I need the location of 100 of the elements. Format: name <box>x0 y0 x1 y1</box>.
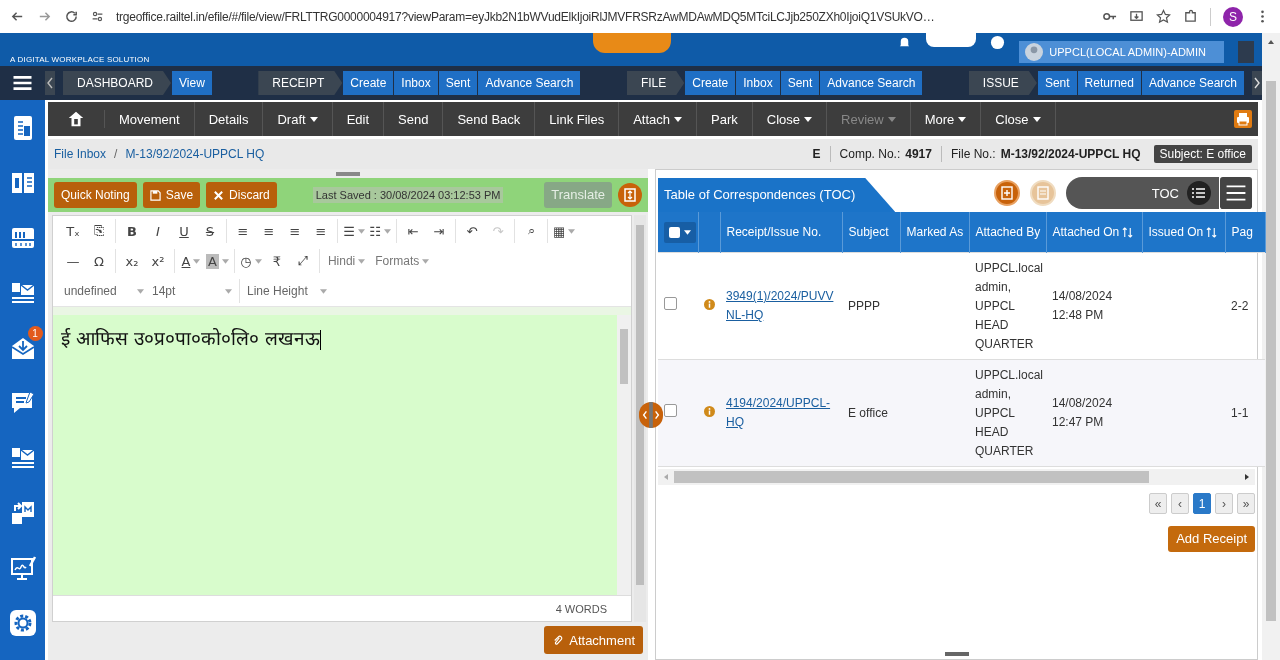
toolbar-button[interactable]: Edit <box>332 102 385 136</box>
editor-tool-button[interactable]: ⎘ <box>86 220 112 242</box>
resize-grip-icon[interactable] <box>333 172 363 176</box>
chevron-left-icon[interactable] <box>45 71 55 95</box>
signature-icon[interactable] <box>8 554 37 582</box>
scroll-right-icon[interactable] <box>1243 473 1251 481</box>
editor-tool-button[interactable]: ↶ <box>459 220 485 242</box>
editor-tool-button[interactable]: A <box>204 250 231 272</box>
chevron-right-icon[interactable] <box>1252 71 1262 95</box>
nav-link[interactable]: Create <box>343 71 394 95</box>
editor-tool-button[interactable]: ≡ <box>256 220 282 242</box>
nav-link[interactable]: Create <box>685 71 736 95</box>
row-checkbox[interactable] <box>664 403 677 417</box>
nav-link[interactable]: Advance Search <box>1141 71 1244 95</box>
scrollbar-thumb[interactable] <box>620 329 628 384</box>
menu-toggle[interactable] <box>593 33 672 53</box>
editor-tool-button[interactable]: Hindi <box>322 250 371 272</box>
column-header[interactable]: Attached By <box>969 212 1046 253</box>
editor-tool-button[interactable]: ☰ <box>341 220 367 242</box>
toolbar-button[interactable]: Close <box>981 102 1056 136</box>
editor-tool-button[interactable]: undefined <box>60 280 148 302</box>
editor-tool-button[interactable]: ▦ <box>551 220 578 242</box>
add-receipt-button[interactable]: Add Receipt <box>1168 526 1255 552</box>
scrollbar-thumb[interactable] <box>1266 81 1276 621</box>
note-action-button[interactable]: Save <box>142 182 201 208</box>
install-icon[interactable] <box>1129 9 1144 24</box>
editor-tool-button[interactable]: A <box>178 250 204 272</box>
nav-link[interactable]: Inbox <box>394 71 438 95</box>
settings-icon[interactable] <box>8 609 37 637</box>
toolbar-button[interactable]: Close <box>752 102 828 136</box>
row-checkbox[interactable] <box>664 296 677 310</box>
pagination-button[interactable]: ‹ <box>1171 493 1189 514</box>
column-header[interactable]: Attached On <box>1046 212 1142 253</box>
scrollbar-thumb[interactable] <box>674 471 1149 483</box>
editor-tool-button[interactable]: ≡ <box>282 220 308 242</box>
nav-link[interactable]: Sent <box>780 71 820 95</box>
reload-icon[interactable] <box>64 9 79 24</box>
toc-view-toggle[interactable]: TOC <box>1065 177 1219 209</box>
toolbar-button[interactable]: Park <box>697 102 753 136</box>
editor-tool-button[interactable]: B <box>119 220 145 242</box>
editor-tool-button[interactable]: x² <box>145 250 171 272</box>
editor-tool-button[interactable]: ◷ <box>237 250 264 272</box>
column-header[interactable]: Subject <box>842 212 900 253</box>
nav-link[interactable]: Advance Search <box>820 71 923 95</box>
editor-tool-button[interactable]: Tₓ <box>60 220 86 242</box>
toolbar-button[interactable]: Link Files <box>535 102 620 136</box>
editor-tool-button[interactable]: U <box>171 220 197 242</box>
column-header[interactable]: Receipt/Issue No. <box>720 212 842 253</box>
star-icon[interactable] <box>1156 9 1171 24</box>
address-bar[interactable]: trgeoffice.railtel.in/efile/#/file/view/FRLTTRG0000004917?viewParam=eyJkb2N1bWVudElkIjoiRlJMVFRSRzAwMDAwMDQ5MTciLCJjb250ZXh0IjoiQ1VSUkVO… <box>116 9 935 24</box>
editor-tool-button[interactable]: ⇤ <box>400 220 426 242</box>
print-icon[interactable] <box>1234 110 1252 128</box>
nav-section-label[interactable]: FILE <box>626 71 685 95</box>
nav-link[interactable]: Sent <box>1037 71 1077 95</box>
column-header[interactable]: Marked As <box>900 212 969 253</box>
profile-avatar[interactable]: S <box>1223 6 1243 27</box>
note-action-button[interactable]: Discard <box>206 182 277 208</box>
scroll-up-icon[interactable] <box>1267 38 1275 46</box>
editor-tool-button[interactable]: I <box>145 220 171 242</box>
toolbar-button[interactable]: Send <box>384 102 444 136</box>
nav-section-label[interactable]: RECEIPT <box>258 71 343 95</box>
nav-link[interactable]: Advance Search <box>478 71 581 95</box>
editor-tool-button[interactable]: x₂ <box>119 250 145 272</box>
site-info-icon[interactable] <box>91 10 104 23</box>
column-header[interactable]: Issued On <box>1142 212 1225 253</box>
toolbar-button[interactable]: Draft <box>263 102 333 136</box>
editor-tool-button[interactable]: ☷ <box>367 220 393 242</box>
editor-tool-button[interactable]: Ω <box>86 250 112 272</box>
nav-link[interactable]: Inbox <box>736 71 780 95</box>
nav-link[interactable]: Sent <box>438 71 478 95</box>
nav-link[interactable]: View <box>172 71 212 95</box>
toolbar-button[interactable]: More <box>910 102 982 136</box>
menu-icon[interactable] <box>1219 177 1253 209</box>
sort-icon[interactable] <box>1206 227 1218 239</box>
note-text[interactable]: ई आफिस उ०प्र०पा०को०लि० लखनऊ <box>53 315 617 595</box>
editor-tool-button[interactable]: Formats <box>370 250 435 272</box>
editor-tool-button[interactable]: ≡ <box>230 220 256 242</box>
nav-section-label[interactable]: ISSUE <box>968 71 1037 95</box>
editor-tool-button[interactable]: ⤢ <box>289 250 316 272</box>
nav-section-label[interactable]: DASHBOARD <box>63 71 171 95</box>
breadcrumb-link[interactable]: File Inbox <box>54 147 107 161</box>
scrollbar-thumb[interactable] <box>636 225 644 585</box>
pagination-button[interactable]: 1 <box>1193 493 1211 514</box>
editor-tool-button[interactable]: ⇥ <box>426 220 452 242</box>
editor-tool-button[interactable]: ≡ <box>308 220 334 242</box>
toolbar-button[interactable]: Attach <box>619 102 698 136</box>
toolbar-button[interactable]: Send Back <box>443 102 536 136</box>
editor-tool-button[interactable]: ₹ <box>263 250 290 272</box>
toolbar-button[interactable]: Details <box>194 102 264 136</box>
sort-icon[interactable] <box>1122 227 1134 239</box>
extension-icon[interactable] <box>1183 9 1198 24</box>
breadcrumb-link[interactable]: M-13/92/2024-UPPCL HQ <box>125 147 265 161</box>
editor-tool-button[interactable]: ⌕ <box>518 220 544 242</box>
pagination-button[interactable]: › <box>1215 493 1233 514</box>
pagination-button[interactable]: » <box>1237 493 1255 514</box>
select-all-checkbox[interactable] <box>664 221 696 243</box>
expand-icon[interactable] <box>618 183 642 207</box>
column-header[interactable]: Pag <box>1225 212 1265 253</box>
note-action-button[interactable]: Quick Noting <box>54 182 137 208</box>
add-document-icon[interactable] <box>993 180 1020 206</box>
